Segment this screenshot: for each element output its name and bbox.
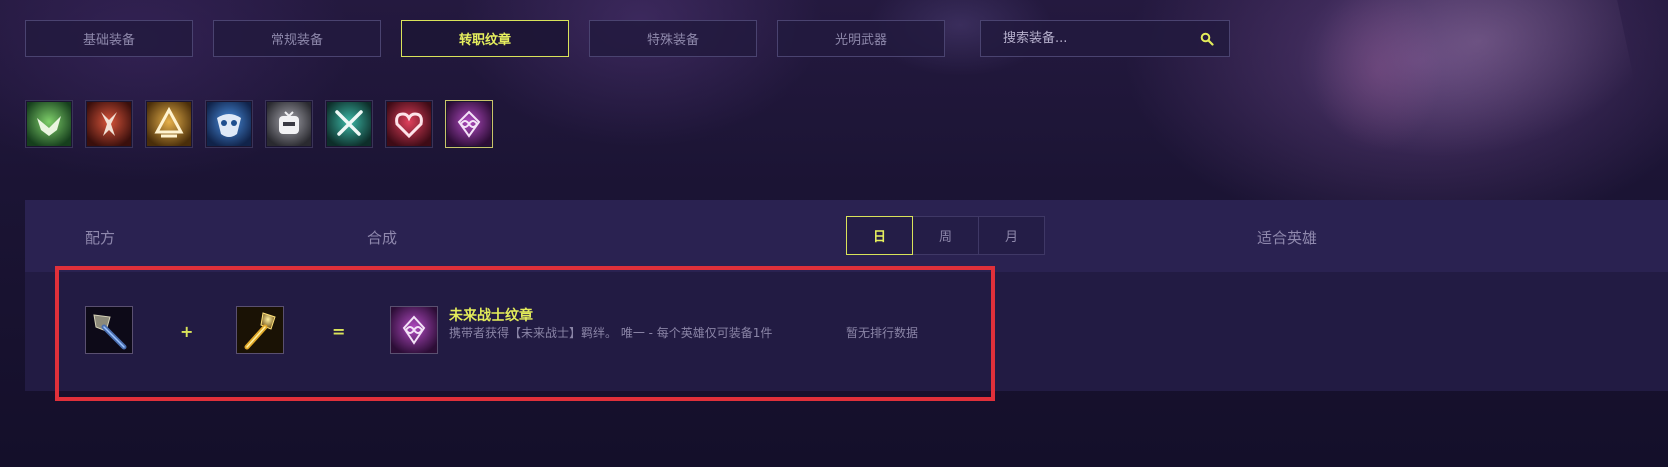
- red-flame-emblem-icon[interactable]: [85, 100, 133, 148]
- gray-robot-emblem-icon[interactable]: [265, 100, 313, 148]
- spatula-icon[interactable]: [85, 306, 133, 354]
- column-header-compose: 合成: [367, 229, 398, 247]
- future-warrior-emblem-icon[interactable]: [390, 306, 438, 354]
- result-item-name[interactable]: 未来战士纹章: [449, 305, 533, 325]
- page: 基础装备 常规装备 转职纹章 特殊装备 光明武器 搜索装备... 配方 合成 日…: [0, 0, 1668, 467]
- category-tabs: 基础装备 常规装备 转职纹章 特殊装备 光明武器: [25, 20, 945, 57]
- purple-infinity-emblem-icon[interactable]: [445, 100, 493, 148]
- blue-mask-emblem-icon[interactable]: [205, 100, 253, 148]
- tab-class-emblems[interactable]: 转职纹章: [401, 20, 569, 57]
- red-heart-emblem-icon[interactable]: [385, 100, 433, 148]
- search-box: [980, 20, 1230, 57]
- equals-sign: =: [332, 322, 346, 341]
- tab-radiant-weapons[interactable]: 光明武器: [777, 20, 945, 57]
- teal-swords-emblem-icon[interactable]: [325, 100, 373, 148]
- no-ranking-data-text: 暂无排行数据: [846, 326, 919, 340]
- period-week-button[interactable]: 周: [912, 216, 979, 255]
- gold-chevron-emblem-icon[interactable]: [145, 100, 193, 148]
- search-icon[interactable]: [1199, 31, 1215, 47]
- period-month-button[interactable]: 月: [978, 216, 1045, 255]
- period-day-button[interactable]: 日: [846, 216, 913, 255]
- tab-regular-items[interactable]: 常规装备: [213, 20, 381, 57]
- plus-sign: +: [180, 322, 194, 341]
- column-header-heroes: 适合英雄: [1257, 229, 1318, 247]
- emblem-filter-row: [25, 100, 493, 148]
- period-toggle: 日 周 月: [846, 216, 1045, 255]
- tab-special-items[interactable]: 特殊装备: [589, 20, 757, 57]
- table-header: 配方 合成 日 周 月 适合英雄: [25, 200, 1668, 272]
- tab-basic-items[interactable]: 基础装备: [25, 20, 193, 57]
- column-header-recipe: 配方: [85, 229, 116, 247]
- green-bird-emblem-icon[interactable]: [25, 100, 73, 148]
- result-item-description: 携带者获得【未来战士】羁绊。 唯一 - 每个英雄仅可装备1件: [449, 326, 773, 340]
- search-input[interactable]: [1001, 30, 1199, 47]
- golden-spatula-icon[interactable]: [236, 306, 284, 354]
- background-art: [1249, 0, 1647, 216]
- background-art: [1308, 0, 1448, 160]
